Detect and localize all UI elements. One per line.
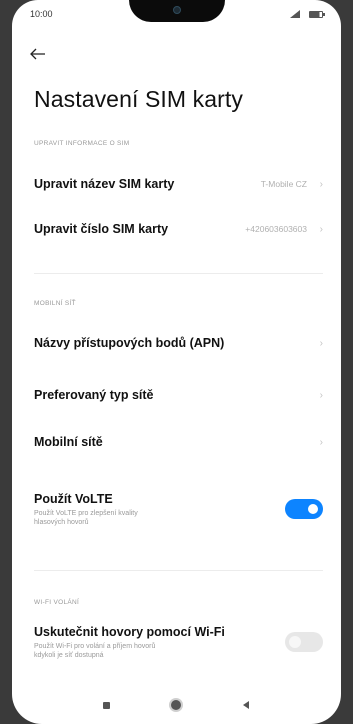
- section-header-mobile-network: MOBILNÍ SÍŤ: [34, 300, 76, 307]
- chevron-right-icon: ›: [319, 223, 323, 235]
- triangle-back-icon: [243, 701, 250, 709]
- signal-icon: [290, 10, 304, 18]
- row-volte[interactable]: Použít VoLTE Použít VoLTE pro zlepšení k…: [12, 480, 341, 538]
- row-label: Preferovaný typ sítě: [34, 388, 154, 402]
- row-subtitle: Použít Wi-Fi pro volání a příjem hovorů …: [34, 642, 156, 659]
- row-text: Použít VoLTE Použít VoLTE pro zlepšení k…: [34, 492, 138, 527]
- status-bar: 10:00: [12, 0, 341, 28]
- toggle-knob: [289, 636, 301, 648]
- back-button[interactable]: [30, 46, 54, 66]
- wifi-calling-toggle[interactable]: [285, 632, 323, 652]
- row-subtitle: Použít VoLTE pro zlepšení kvality hlasov…: [34, 509, 138, 526]
- row-label: Použít VoLTE: [34, 491, 113, 506]
- section-header-sim-info: UPRAVIT INFORMACE O SIM: [34, 140, 130, 147]
- back-arrow-icon: [30, 47, 46, 65]
- section-divider: [34, 570, 323, 571]
- nav-back-button[interactable]: [234, 695, 258, 715]
- row-label: Názvy přístupových bodů (APN): [34, 336, 225, 350]
- row-preferred-network-type[interactable]: Preferovaný typ sítě ›: [12, 374, 341, 416]
- status-time: 10:00: [30, 9, 53, 19]
- chevron-right-icon: ›: [319, 178, 323, 190]
- row-mobile-networks[interactable]: Mobilní sítě ›: [12, 421, 341, 463]
- volte-toggle[interactable]: [285, 499, 323, 519]
- row-label: Mobilní sítě: [34, 435, 103, 449]
- battery-icon: [309, 10, 325, 18]
- row-label: Upravit název SIM karty: [34, 177, 175, 191]
- navigation-bar: [12, 686, 341, 724]
- row-wifi-calling[interactable]: Uskutečnit hovory pomocí Wi-Fi Použít Wi…: [12, 613, 341, 671]
- toggle-knob: [308, 504, 318, 514]
- row-value: T-Mobile CZ: [260, 179, 307, 189]
- chevron-right-icon: ›: [319, 337, 323, 349]
- square-icon: [103, 701, 111, 709]
- chevron-right-icon: ›: [319, 389, 323, 401]
- section-header-wifi-calling: WI-FI VOLÁNÍ: [34, 599, 80, 606]
- status-icons: [290, 10, 325, 18]
- row-text: Uskutečnit hovory pomocí Wi-Fi Použít Wi…: [34, 625, 225, 660]
- recents-button[interactable]: [95, 695, 119, 715]
- row-edit-sim-name[interactable]: Upravit název SIM karty T-Mobile CZ ›: [12, 163, 341, 205]
- chevron-right-icon: ›: [319, 436, 323, 448]
- home-button[interactable]: [164, 695, 188, 715]
- phone-screen: 10:00 Nastavení SIM karty UPRAVIT INFORM…: [12, 0, 341, 724]
- row-apn[interactable]: Názvy přístupových bodů (APN) ›: [12, 322, 341, 364]
- page-title: Nastavení SIM karty: [34, 86, 243, 112]
- row-label: Upravit číslo SIM karty: [34, 222, 169, 236]
- row-value: +420603603603: [245, 224, 307, 234]
- row-label: Uskutečnit hovory pomocí Wi-Fi: [34, 624, 225, 639]
- section-divider: [34, 273, 323, 274]
- circle-icon: [171, 700, 182, 710]
- row-edit-sim-number[interactable]: Upravit číslo SIM karty +420603603603 ›: [12, 208, 341, 250]
